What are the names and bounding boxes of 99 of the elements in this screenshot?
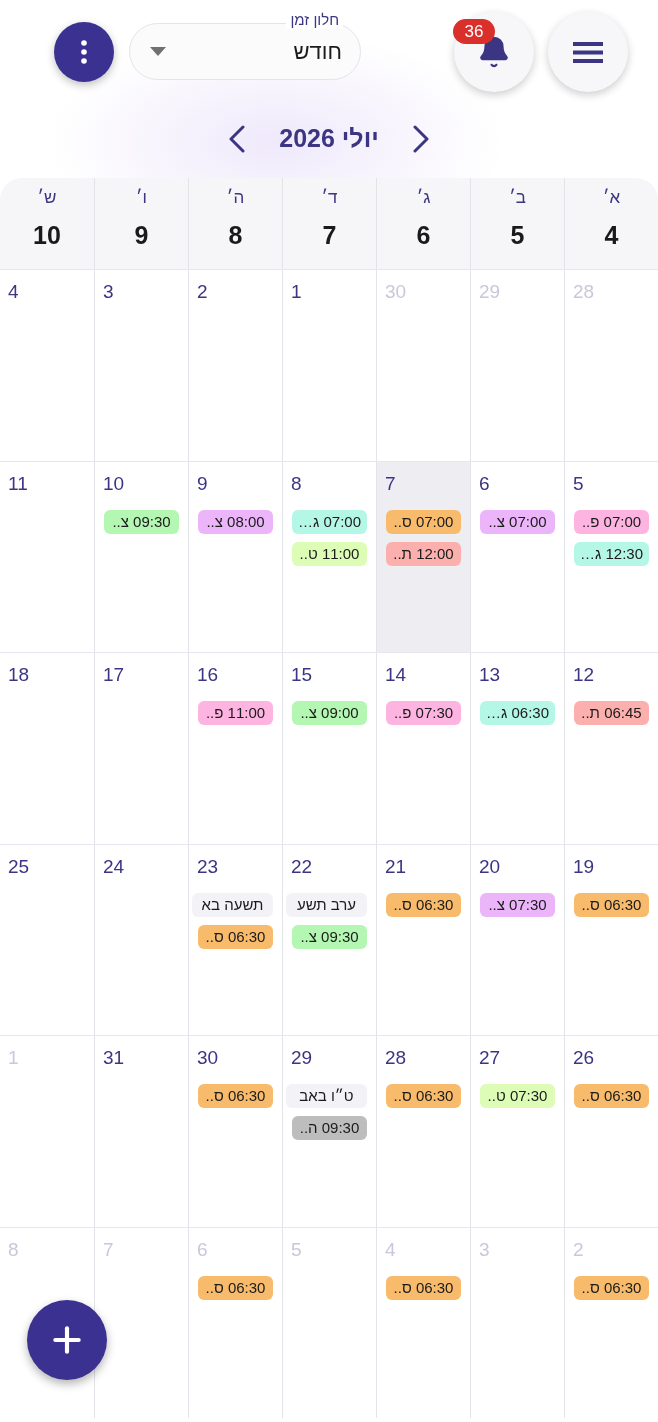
caret-down-icon <box>150 47 166 56</box>
event-chip[interactable]: 07:30 ט.. <box>480 1084 555 1108</box>
date-number: 4 <box>604 220 619 250</box>
event-chip[interactable]: 06:30 ג… <box>480 701 555 725</box>
day-number: 5 <box>573 471 584 496</box>
select-value: חודש <box>293 38 342 66</box>
event-chip[interactable]: 06:30 ס.. <box>574 1275 649 1300</box>
day-number: 23 <box>197 854 219 879</box>
date-number: 10 <box>33 220 61 250</box>
day-number: 13 <box>479 663 501 687</box>
event-chip[interactable]: 12:30 ג… <box>574 541 649 566</box>
weekday-label: ש׳ <box>37 187 57 209</box>
date-number: 7 <box>322 220 337 250</box>
day-number: 22 <box>291 854 313 879</box>
event-chip[interactable]: 12:00 ת.. <box>386 541 461 566</box>
event-chip[interactable]: 11:00 ט.. <box>292 541 367 566</box>
event-chip[interactable]: 09:00 צ.. <box>292 701 367 725</box>
event-chip[interactable]: 06:30 ס.. <box>198 1275 273 1300</box>
event-chip[interactable]: 07:30 צ.. <box>480 892 555 917</box>
event-chip[interactable]: 09:30 צ.. <box>104 509 179 534</box>
vertical-dots-icon <box>81 40 87 64</box>
more-options-button[interactable] <box>54 22 114 82</box>
event-chip[interactable]: 06:30 ס.. <box>574 892 649 917</box>
day-number: 11 <box>8 471 28 496</box>
holiday-label: ערב תשע <box>286 892 367 917</box>
date-number: 5 <box>510 220 525 250</box>
event-chip[interactable]: 06:30 ס.. <box>574 1084 649 1108</box>
day-number: 21 <box>385 854 407 879</box>
chevron-left-icon <box>229 125 246 153</box>
day-number: 24 <box>103 854 125 879</box>
day-number: 1 <box>291 280 302 304</box>
event-chip[interactable]: 06:30 ס.. <box>386 892 461 917</box>
event-chip[interactable]: 09:30 צ.. <box>292 924 367 949</box>
day-number: 8 <box>291 471 302 496</box>
day-number: 28 <box>573 280 595 304</box>
weekday-label: ב׳ <box>509 187 526 209</box>
weekday-label: ד׳ <box>321 187 338 209</box>
date-number: 6 <box>416 220 431 250</box>
event-chip[interactable]: 06:30 ס.. <box>386 1275 461 1300</box>
day-number: 16 <box>197 663 219 687</box>
menu-icon <box>573 41 603 63</box>
day-number: 3 <box>479 1237 490 1262</box>
holiday-label: ט״ו באב <box>286 1084 367 1108</box>
day-number: 19 <box>573 854 595 879</box>
day-number: 27 <box>479 1046 501 1070</box>
day-number: 10 <box>103 471 125 496</box>
event-chip[interactable]: 06:30 ס.. <box>198 924 273 949</box>
day-number: 26 <box>573 1046 595 1070</box>
day-number: 6 <box>197 1237 208 1262</box>
event-chip[interactable]: 08:00 צ.. <box>198 509 273 534</box>
day-number: 12 <box>573 663 595 687</box>
day-number: 29 <box>291 1046 313 1070</box>
month-title: יולי 2026 <box>279 123 379 155</box>
day-number: 5 <box>291 1237 302 1262</box>
time-range-select[interactable]: חלון זמן חודש <box>129 8 361 80</box>
notification-badge: 36 <box>453 19 495 44</box>
weekday-label: ה׳ <box>226 187 245 209</box>
day-number: 30 <box>197 1046 219 1070</box>
event-chip[interactable]: 09:30 ה.. <box>292 1116 367 1140</box>
weekday-label: ג׳ <box>416 187 431 209</box>
day-number: 18 <box>8 663 30 687</box>
select-label: חלון זמן <box>286 11 343 29</box>
date-number: 9 <box>134 220 149 250</box>
event-chip[interactable]: 07:30 פ.. <box>386 701 461 725</box>
holiday-label: תשעה בא <box>192 892 273 917</box>
day-number: 17 <box>103 663 125 687</box>
day-number: 14 <box>385 663 407 687</box>
day-number: 20 <box>479 854 501 879</box>
event-chip[interactable]: 07:00 פ.. <box>574 509 649 534</box>
day-number: 29 <box>479 280 501 304</box>
event-chip[interactable]: 07:00 צ.. <box>480 509 555 534</box>
day-number: 31 <box>103 1046 125 1070</box>
weekday-label: א׳ <box>602 187 621 209</box>
day-number: 28 <box>385 1046 407 1070</box>
day-number: 7 <box>103 1237 114 1262</box>
weekday-label: ו׳ <box>136 187 147 209</box>
day-number: 1 <box>8 1046 19 1070</box>
day-number: 25 <box>8 854 30 879</box>
day-number: 4 <box>8 280 19 304</box>
day-number: 2 <box>197 280 208 304</box>
event-chip[interactable]: 07:00 ג… <box>292 509 367 534</box>
bell-icon <box>477 35 511 69</box>
day-number: 6 <box>479 471 490 496</box>
day-number: 4 <box>385 1237 396 1262</box>
date-number: 8 <box>228 220 243 250</box>
day-number: 3 <box>103 280 114 304</box>
menu-button[interactable] <box>548 12 628 92</box>
day-number: 2 <box>573 1237 584 1262</box>
event-chip[interactable]: 07:00 ס.. <box>386 509 461 534</box>
event-chip[interactable]: 06:30 ס.. <box>198 1084 273 1108</box>
day-number: 7 <box>385 471 396 496</box>
day-number: 9 <box>197 471 208 496</box>
day-number: 15 <box>291 663 313 687</box>
event-chip[interactable]: 11:00 פ.. <box>198 701 273 725</box>
day-number: 8 <box>8 1237 19 1262</box>
chevron-right-icon <box>412 125 429 153</box>
event-chip[interactable]: 06:30 ס.. <box>386 1084 461 1108</box>
day-number: 30 <box>385 280 407 304</box>
event-chip[interactable]: 06:45 ת.. <box>574 701 649 725</box>
